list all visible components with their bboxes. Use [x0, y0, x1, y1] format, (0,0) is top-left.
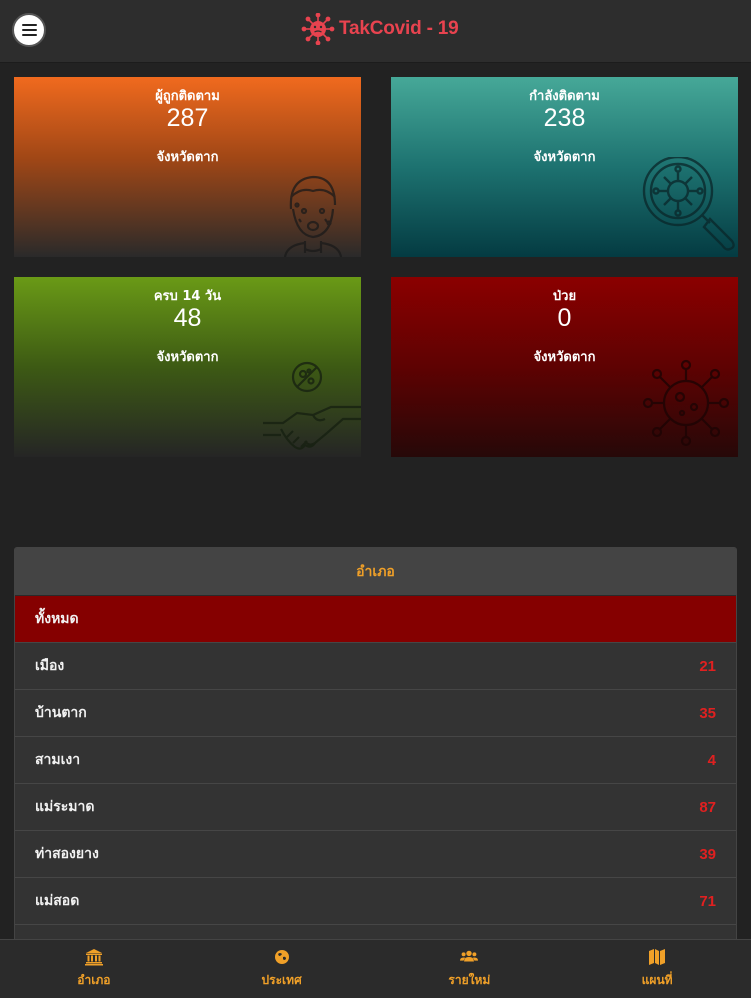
- district-name: ทั้งหมด: [35, 611, 79, 627]
- card-value: 238: [543, 104, 586, 132]
- stat-card-monitored[interactable]: ผู้ถูกติดตาม 287 จังหวัดตาก: [14, 77, 361, 257]
- card-title: ผู้ถูกติดตาม: [155, 89, 220, 104]
- nav-country[interactable]: ประเทศ: [188, 940, 376, 998]
- stat-card-completed-14-days[interactable]: ครบ 14 วัน 48 จังหวัดตาก: [14, 277, 361, 457]
- district-count: 35: [699, 704, 716, 722]
- handshake-virus-icon: [263, 361, 361, 450]
- table-row[interactable]: สามเงา 4: [15, 737, 736, 784]
- nav-map[interactable]: แผนที่: [563, 940, 751, 998]
- bank-icon: [84, 949, 103, 966]
- district-count: 71: [699, 892, 716, 910]
- district-name: ท่าสองยาง: [35, 846, 99, 862]
- district-name: แม่สอด: [35, 893, 80, 909]
- card-title: ป่วย: [552, 289, 577, 304]
- virus-icon: [642, 359, 730, 447]
- district-count: 39: [699, 845, 716, 863]
- top-bar: TakCovid - 19: [0, 0, 751, 63]
- district-name: บ้านตาก: [35, 705, 87, 721]
- card-value: 48: [173, 304, 202, 332]
- district-count: 87: [699, 798, 716, 816]
- hamburger-icon[interactable]: [12, 13, 46, 47]
- card-value: 287: [166, 104, 209, 132]
- card-title: กำลังติดตาม: [529, 89, 600, 104]
- district-row-all[interactable]: ทั้งหมด: [15, 596, 736, 643]
- card-title: ครบ 14 วัน: [153, 289, 222, 304]
- nav-label: อำเภอ: [77, 973, 111, 987]
- district-table: อำเภอ ทั้งหมด เมือง 21 บ้านตาก 35 สามเงา…: [14, 547, 737, 947]
- brand-logo[interactable]: TakCovid - 19: [301, 13, 459, 45]
- table-row[interactable]: แม่ระมาด 87: [15, 784, 736, 831]
- district-name: สามเงา: [35, 752, 81, 768]
- nav-label: แผนที่: [641, 973, 673, 987]
- globe-icon: [274, 950, 289, 964]
- stat-card-tracking[interactable]: กำลังติดตาม 238 จังหวัดตาก: [391, 77, 738, 257]
- virus-icon: [301, 13, 335, 45]
- district-name: เมือง: [35, 658, 65, 674]
- users-icon: [460, 950, 479, 962]
- table-row[interactable]: ท่าสองยาง 39: [15, 831, 736, 878]
- district-count: 4: [707, 751, 716, 769]
- table-row[interactable]: แม่สอด 71: [15, 878, 736, 925]
- district-count: 21: [699, 657, 716, 675]
- bottom-nav: อำเภอ ประเทศ รายใหม่ แผนที่: [0, 939, 751, 998]
- map-icon: [649, 949, 666, 965]
- district-name: แม่ระมาด: [35, 799, 95, 815]
- nav-label: รายใหม่: [448, 973, 491, 987]
- virus-magnifier-icon: [642, 157, 735, 251]
- nav-label: ประเทศ: [261, 973, 302, 987]
- card-value: 0: [557, 304, 572, 332]
- nav-district[interactable]: อำเภอ: [0, 940, 188, 998]
- brand-name: TakCovid - 19: [339, 18, 459, 39]
- nav-new-cases[interactable]: รายใหม่: [376, 940, 564, 998]
- table-row[interactable]: เมือง 21: [15, 643, 736, 690]
- stat-card-sick[interactable]: ป่วย 0 จังหวัดตาก: [391, 277, 738, 457]
- table-row[interactable]: บ้านตาก 35: [15, 690, 736, 737]
- table-header: อำเภอ: [15, 548, 736, 596]
- sick-person-icon: [283, 175, 343, 257]
